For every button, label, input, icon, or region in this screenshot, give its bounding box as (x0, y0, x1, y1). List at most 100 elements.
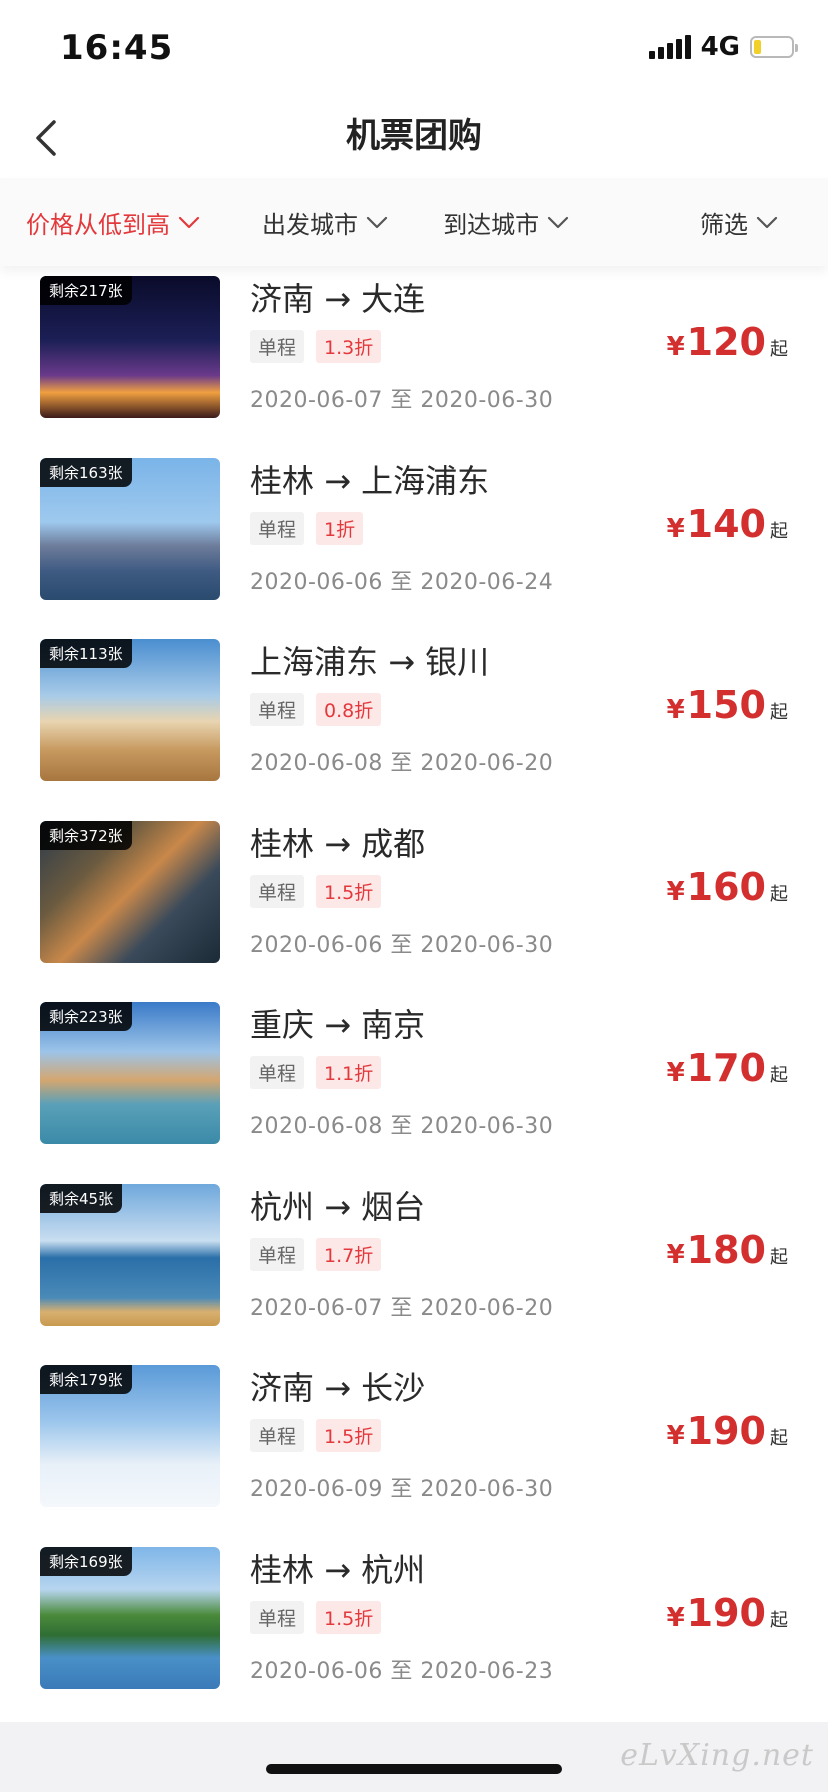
badge-group: 单程 1.5折 (250, 1600, 382, 1634)
trip-type-badge: 单程 (250, 330, 305, 363)
destination-city: 烟台 (361, 1187, 426, 1226)
currency-symbol: ¥ (666, 1421, 685, 1451)
remaining-badge: 剩余163张 (40, 457, 132, 487)
discount-badge: 1.5折 (316, 1600, 382, 1634)
end-date: 2020-06-30 (420, 1477, 554, 1502)
end-date: 2020-06-30 (420, 1114, 554, 1139)
date-separator: 至 (390, 751, 413, 776)
destination-image: 剩余179张 (40, 1365, 220, 1507)
signal-icon (648, 35, 691, 59)
filter-departure-city[interactable]: 出发城市 (234, 205, 415, 240)
price-suffix: 起 (770, 520, 788, 542)
start-date: 2020-06-06 (250, 932, 383, 958)
flight-item[interactable]: 剩余169张 桂林 → 杭州 单程 1.5折 2020-06-06 至 2020… (0, 1541, 828, 1723)
date-separator: 至 (390, 1658, 413, 1684)
chevron-down-icon (547, 208, 569, 236)
date-separator: 至 (390, 569, 413, 595)
filter-label: 价格从低到高 (26, 210, 170, 239)
battery-icon (750, 36, 798, 58)
badge-group: 单程 1折 (250, 511, 364, 545)
flight-item[interactable]: 剩余163张 桂林 → 上海浦东 单程 1折 2020-06-06 至 2020… (0, 452, 828, 634)
badge-group: 单程 0.8折 (250, 693, 382, 726)
remaining-badge: 剩余113张 (40, 639, 132, 668)
price: ¥190 起 (667, 1591, 788, 1635)
filter-sort-price[interactable]: 价格从低到高 (0, 205, 234, 240)
start-date: 2020-06-09 (250, 1477, 383, 1502)
discount-badge: 1折 (316, 511, 364, 545)
date-range: 2020-06-08 至 2020-06-30 (250, 1108, 553, 1140)
currency-symbol: ¥ (666, 1239, 685, 1270)
destination-city: 大连 (361, 280, 426, 318)
origin-city: 重庆 (250, 1006, 315, 1044)
price: ¥150 起 (667, 683, 788, 727)
battery-level (754, 40, 761, 54)
price-amount: 150 (686, 683, 766, 727)
trip-type-badge: 单程 (250, 1600, 305, 1634)
trip-type-badge: 单程 (250, 511, 305, 545)
price: ¥170 起 (667, 1046, 788, 1090)
route-title: 济南 → 长沙 (250, 1369, 426, 1407)
discount-badge: 1.7折 (316, 1237, 382, 1271)
date-separator: 至 (390, 388, 413, 413)
price-suffix: 起 (770, 1428, 788, 1449)
flight-item[interactable]: 剩余113张 上海浦东 → 银川 单程 0.8折 2020-06-08 至 20… (0, 633, 828, 815)
start-date: 2020-06-06 (250, 1658, 383, 1684)
date-separator: 至 (390, 1477, 413, 1502)
badge-group: 单程 1.5折 (250, 874, 382, 908)
price-amount: 190 (686, 1409, 766, 1453)
price-amount: 180 (686, 1227, 766, 1272)
remaining-badge: 剩余169张 (40, 1546, 132, 1576)
badge-group: 单程 1.1折 (250, 1056, 382, 1089)
badge-group: 单程 1.7折 (250, 1237, 382, 1271)
destination-image: 剩余372张 (40, 820, 220, 963)
currency-symbol: ¥ (666, 513, 685, 544)
price: ¥190 起 (667, 1409, 788, 1453)
network-label: 4G (700, 32, 740, 62)
destination-city: 上海浦东 (361, 461, 490, 500)
price-suffix: 起 (770, 1246, 788, 1268)
date-range: 2020-06-06 至 2020-06-23 (250, 1653, 553, 1685)
price-suffix: 起 (770, 1065, 788, 1086)
flight-item[interactable]: 剩余179张 济南 → 长沙 单程 1.5折 2020-06-09 至 2020… (0, 1359, 828, 1541)
destination-city: 银川 (425, 643, 490, 681)
remaining-badge: 剩余179张 (40, 1365, 132, 1394)
badge-group: 单程 1.3折 (250, 330, 382, 363)
origin-city: 桂林 (250, 824, 315, 863)
end-date: 2020-06-24 (420, 569, 554, 595)
price-amount: 170 (686, 1046, 766, 1090)
flight-item[interactable]: 剩余223张 重庆 → 南京 单程 1.1折 2020-06-08 至 2020… (0, 996, 828, 1178)
start-date: 2020-06-08 (250, 751, 383, 776)
date-range: 2020-06-08 至 2020-06-20 (250, 745, 553, 777)
price-suffix: 起 (770, 339, 788, 360)
date-separator: 至 (390, 1114, 413, 1139)
filter-more[interactable]: 筛选 (597, 205, 828, 240)
route-title: 济南 → 大连 (250, 280, 426, 318)
watermark: eLvXing.net (620, 1738, 814, 1773)
route-title: 桂林 → 成都 (250, 824, 426, 863)
date-range: 2020-06-06 至 2020-06-30 (250, 927, 553, 959)
destination-city: 成都 (361, 824, 426, 863)
flight-item[interactable]: 剩余217张 济南 → 大连 单程 1.3折 2020-06-07 至 2020… (0, 270, 828, 452)
discount-badge: 1.5折 (316, 874, 382, 908)
filter-bar: 价格从低到高 出发城市 到达城市 筛选 (0, 178, 828, 266)
price-suffix: 起 (770, 883, 788, 905)
origin-city: 桂林 (250, 461, 315, 500)
home-indicator[interactable] (266, 1764, 562, 1774)
currency-symbol: ¥ (666, 1602, 685, 1633)
route-title: 桂林 → 上海浦东 (250, 461, 490, 500)
currency-symbol: ¥ (666, 1058, 685, 1088)
nav-bar: 机票团购 (0, 98, 828, 178)
price: ¥160 起 (667, 865, 788, 909)
price: ¥140 起 (667, 502, 788, 546)
flight-item[interactable]: 剩余45张 杭州 → 烟台 单程 1.7折 2020-06-07 至 2020-… (0, 1178, 828, 1360)
destination-image: 剩余217张 (40, 276, 220, 418)
price-amount: 120 (686, 320, 766, 364)
status-indicators: 4G (648, 32, 798, 62)
remaining-badge: 剩余372张 (40, 820, 132, 850)
flight-item[interactable]: 剩余372张 桂林 → 成都 单程 1.5折 2020-06-06 至 2020… (0, 815, 828, 997)
end-date: 2020-06-23 (420, 1658, 554, 1684)
price: ¥180 起 (667, 1228, 788, 1272)
trip-type-badge: 单程 (250, 1056, 305, 1089)
filter-label: 出发城市 (261, 210, 358, 239)
filter-arrival-city[interactable]: 到达城市 (416, 205, 597, 240)
